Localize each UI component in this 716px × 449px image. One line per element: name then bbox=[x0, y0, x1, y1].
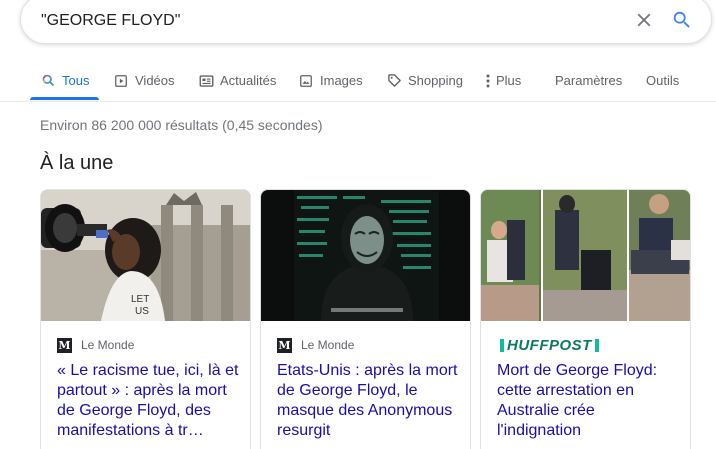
search-bar bbox=[20, 0, 712, 44]
more-vert-icon bbox=[485, 73, 491, 89]
news-thumbnail bbox=[481, 190, 690, 321]
news-source: HUFFPOST bbox=[497, 337, 602, 354]
search-button[interactable] bbox=[671, 9, 693, 31]
tab-all-label: Tous bbox=[62, 73, 90, 88]
search-icon bbox=[673, 11, 690, 28]
tab-news[interactable]: Actualités bbox=[198, 60, 276, 101]
active-tab-indicator bbox=[30, 97, 99, 100]
huffpost-logo-icon: HUFFPOST bbox=[497, 337, 602, 354]
video-icon bbox=[113, 73, 129, 89]
tab-images[interactable]: Images bbox=[298, 60, 363, 101]
news-source-name: Le Monde bbox=[81, 338, 135, 352]
tab-shopping-label: Shopping bbox=[408, 73, 463, 88]
top-stories-title: À la une bbox=[40, 152, 114, 174]
search-icon bbox=[40, 73, 56, 89]
news-icon bbox=[198, 73, 214, 89]
le-monde-logo-icon: M bbox=[57, 337, 72, 353]
news-source-name: HUFFPOST bbox=[507, 336, 592, 354]
tab-more[interactable]: Plus bbox=[485, 60, 521, 101]
clear-search-button[interactable] bbox=[633, 9, 655, 31]
tab-videos[interactable]: Vidéos bbox=[113, 60, 175, 101]
news-source: M Le Monde bbox=[57, 337, 134, 353]
close-icon bbox=[637, 13, 651, 27]
news-card[interactable]: M Le Monde Etats-Unis : après la mort de… bbox=[260, 189, 471, 449]
tab-news-label: Actualités bbox=[220, 73, 277, 88]
tab-videos-label: Vidéos bbox=[135, 73, 175, 88]
svg-text:LET: LET bbox=[131, 294, 149, 305]
tab-shopping[interactable]: Shopping bbox=[386, 60, 463, 101]
tab-tools[interactable]: Outils bbox=[646, 60, 679, 101]
tab-images-label: Images bbox=[320, 73, 363, 88]
search-tabs: Tous Vidéos Actualités Images Shopping P… bbox=[0, 60, 716, 102]
news-source-name: Le Monde bbox=[301, 338, 355, 352]
tag-icon bbox=[386, 73, 402, 89]
tab-settings[interactable]: Paramètres bbox=[555, 60, 622, 101]
search-input[interactable] bbox=[41, 8, 601, 34]
news-thumbnail: LET US bbox=[41, 190, 250, 321]
tab-tools-label: Outils bbox=[646, 73, 680, 88]
news-source: M Le Monde bbox=[277, 337, 354, 353]
tab-all[interactable]: Tous bbox=[40, 60, 89, 101]
tab-settings-label: Paramètres bbox=[555, 73, 623, 88]
news-card[interactable]: HUFFPOST Mort de George Floyd: cette arr… bbox=[480, 189, 691, 449]
news-headline-link[interactable]: Etats-Unis : après la mort de George Flo… bbox=[277, 361, 461, 441]
tab-more-label: Plus bbox=[496, 73, 522, 88]
news-card[interactable]: LET US M Le Monde « Le racisme tue, ici,… bbox=[40, 189, 251, 449]
result-stats: Environ 86 200 000 résultats (0,45 secon… bbox=[40, 117, 323, 133]
news-headline-link[interactable]: Mort de George Floyd: cette arrestation … bbox=[497, 361, 681, 441]
news-thumbnail bbox=[261, 190, 470, 321]
svg-text:US: US bbox=[135, 306, 149, 317]
image-icon bbox=[298, 73, 314, 89]
le-monde-logo-icon: M bbox=[277, 337, 292, 353]
news-headline-link[interactable]: « Le racisme tue, ici, là et partout » :… bbox=[57, 361, 241, 441]
